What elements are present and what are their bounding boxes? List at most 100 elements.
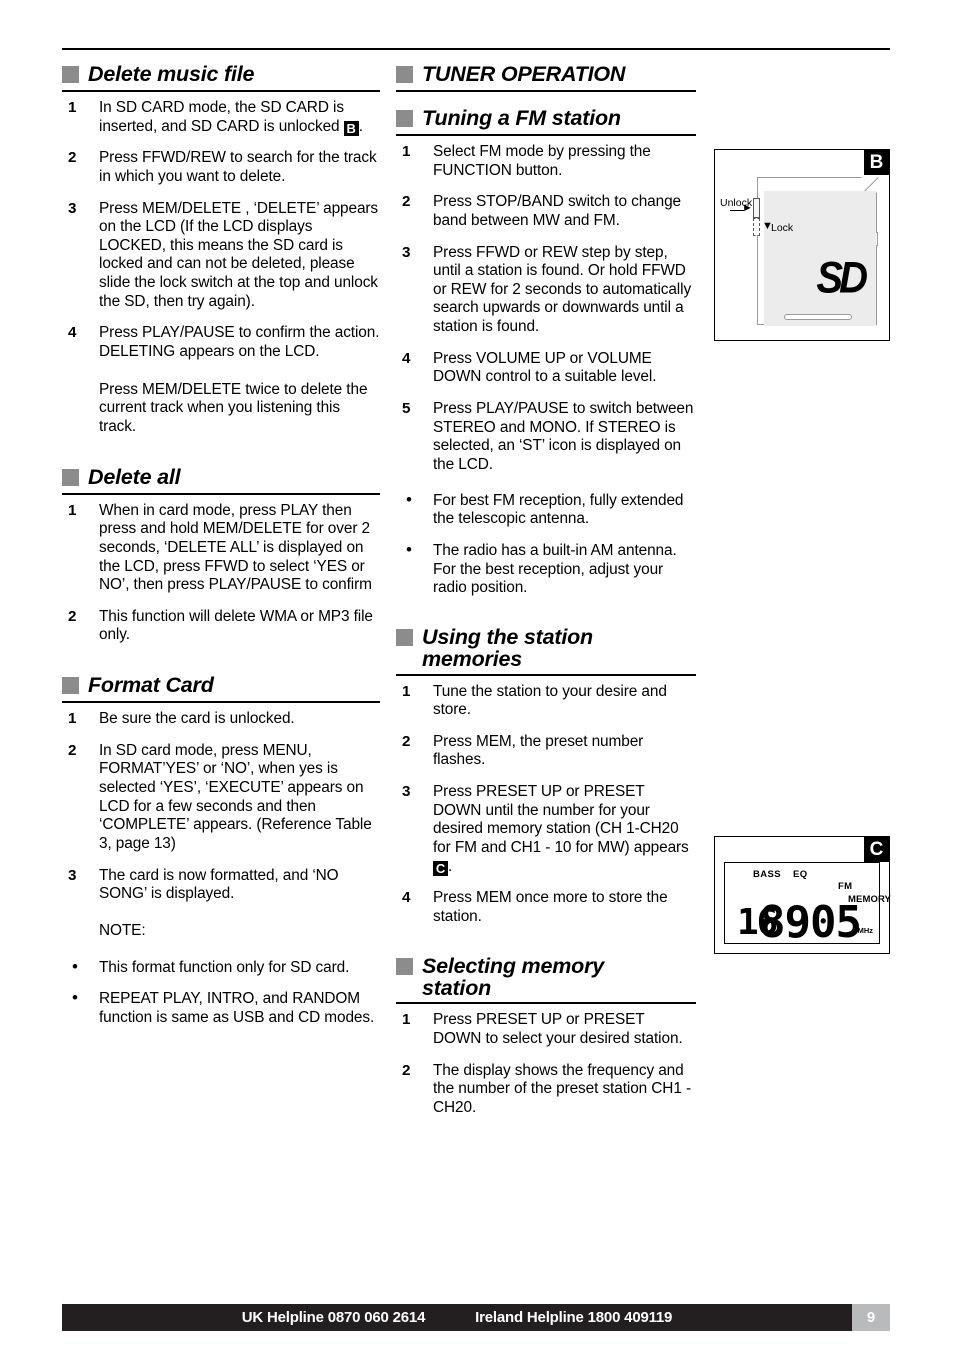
list-marker: 5 — [402, 400, 411, 418]
section-heading-delete-music-file: Delete music file — [62, 62, 380, 92]
list-text: Press VOLUME UP or VOLUME DOWN control t… — [433, 349, 657, 386]
list-marker: 2 — [68, 607, 77, 625]
uk-helpline-number: 0870 060 2614 — [327, 1309, 426, 1326]
list-text: Press PLAY/PAUSE to switch between STERE… — [433, 400, 694, 473]
list-text-before: Press PRESET UP or PRESET DOWN until the… — [433, 783, 689, 857]
list-marker: 2 — [402, 1061, 411, 1079]
list-text: Press MEM/DELETE twice to delete the cur… — [99, 380, 368, 435]
list-text: Press FFWD/REW to search for the track i… — [99, 149, 377, 185]
heading-text: Format Card — [88, 673, 214, 698]
list-marker: • — [72, 956, 78, 976]
ireland-helpline-label: Ireland Helpline — [475, 1309, 584, 1326]
sd-logo: SD — [816, 253, 868, 303]
list-text: Press PLAY/PAUSE to confirm the action. … — [99, 324, 380, 361]
badge-b-icon: B — [343, 120, 359, 136]
list-text: Press MEM/DELETE , ‘DELETE’ appears on t… — [99, 199, 379, 310]
heading-square-icon — [396, 957, 413, 975]
list-marker: 4 — [402, 889, 411, 907]
list-item: Press MEM/DELETE twice to delete the cur… — [62, 381, 380, 437]
list-text: For best FM reception, fully extended th… — [433, 491, 684, 528]
heading-square-icon — [62, 66, 79, 83]
ireland-helpline-number: 1800 409119 — [587, 1309, 673, 1326]
page-top-rule — [62, 48, 890, 50]
list-marker: 1 — [402, 143, 411, 160]
lcd-frequency-unit: MHz — [857, 926, 873, 935]
list-marker: 2 — [68, 741, 77, 759]
list-text: NOTE: — [99, 921, 146, 939]
list-item: 3 Press MEM/DELETE , ‘DELETE’ appears on … — [62, 200, 380, 312]
list-text: This format function only for SD card. — [99, 958, 350, 976]
list-marker: 2 — [402, 732, 411, 750]
list-item: 1 When in card mode, press PLAY then pres… — [62, 502, 380, 595]
section-heading-tuning-fm-station: Tuning a FM station — [396, 106, 696, 136]
list-item: • This format function only for SD card. — [62, 956, 380, 978]
left-column: Delete music file 1 In SD CARD mode, the … — [62, 62, 380, 1027]
heading-text: Delete music file — [88, 62, 255, 86]
list-text: The display shows the frequency and the … — [433, 1061, 691, 1116]
footer-helpline-text: UK Helpline 0870 060 2614 Ireland Helpli… — [62, 1304, 852, 1331]
list-text: Press PRESET UP or PRESET DOWN to select… — [433, 1011, 683, 1047]
lcd-bass-indicator: BASS — [753, 869, 781, 880]
heading-text: Delete all — [88, 464, 181, 489]
list-text-after: . — [448, 857, 453, 875]
heading-text: TUNER OPERATION — [422, 62, 626, 86]
list-item: 5 Press PLAY/PAUSE to switch between STER… — [396, 400, 696, 475]
list-item: 3 Press PRESET UP or PRESET DOWN until th… — [396, 783, 696, 876]
list-text: Be sure the card is unlocked. — [99, 710, 295, 728]
list-item: 4 Press MEM once more to store the statio… — [396, 889, 696, 926]
list-text: The card is now formatted, and ‘NO SONG’… — [99, 866, 339, 903]
sd-lock-switch-ghost — [753, 218, 760, 236]
list-text: Tune the station to your desire and stor… — [433, 682, 667, 719]
list-marker: 2 — [402, 193, 411, 211]
list-marker: 3 — [402, 243, 411, 261]
list-marker: 1 — [68, 710, 77, 728]
unlock-arrow-icon: ► — [742, 202, 753, 214]
list-text: Press FFWD or REW step by step, until a … — [433, 243, 692, 336]
section-heading-selecting-memory-station: Selecting memory station — [396, 954, 696, 1005]
section-heading-delete-all: Delete all — [62, 465, 380, 495]
list-item: 2 The display shows the frequency and the… — [396, 1062, 696, 1118]
figure-letter-c: C — [864, 837, 889, 862]
list-item: 3 Press FFWD or REW step by step, until a… — [396, 244, 696, 337]
list-marker: • — [406, 489, 412, 509]
list-item: 1 In SD CARD mode, the SD CARD is inserte… — [62, 99, 380, 136]
list-item: 1 Press PRESET UP or PRESET DOWN to selec… — [396, 1011, 696, 1048]
list-item: 1 Be sure the card is unlocked. — [62, 710, 380, 729]
list-text: Press MEM once more to store the station… — [433, 889, 668, 925]
list-text: Press MEM, the preset number flashes. — [433, 732, 644, 769]
list-item: 1 Tune the station to your desire and sto… — [396, 683, 696, 720]
list-text-before: In SD CARD mode, the SD CARD is inserted… — [99, 99, 344, 135]
list-item: • For best FM reception, fully extended t… — [396, 489, 696, 529]
list-text: This function will delete WMA or MP3 fil… — [99, 607, 373, 644]
list-text: REPEAT PLAY, INTRO, and RANDOM function … — [99, 990, 375, 1026]
sd-card-illustration: SD — [757, 177, 879, 326]
list-marker: 4 — [402, 349, 411, 367]
heading-square-icon — [396, 110, 413, 127]
list-text: The radio has a built-in AM antenna. For… — [433, 541, 677, 597]
page-number: 9 — [852, 1304, 890, 1331]
list-item: • The radio has a built-in AM antenna. Fo… — [396, 540, 696, 598]
uk-helpline-label: UK Helpline — [241, 1309, 324, 1326]
badge-c-icon: C — [433, 860, 448, 876]
list-item: 1 Select FM mode by pressing the FUNCTION… — [396, 143, 696, 180]
list-marker: 1 — [68, 99, 77, 116]
right-column: TUNER OPERATION Tuning a FM station 1 Sel… — [396, 62, 696, 1118]
list-text: When in card mode, press PLAY then press… — [99, 501, 372, 594]
manual-page: Delete music file 1 In SD CARD mode, the … — [0, 0, 954, 1354]
list-marker: 3 — [68, 199, 77, 217]
list-item: 2 Press STOP/BAND switch to change band b… — [396, 193, 696, 230]
heading-text: Using the station memories — [422, 624, 593, 672]
list-marker: 3 — [402, 783, 411, 801]
lcd-band-indicator: FM — [838, 881, 853, 892]
list-item: 4 Press PLAY/PAUSE to confirm the action.… — [62, 324, 380, 361]
lcd-eq-indicator: EQ — [793, 869, 808, 880]
list-marker: 1 — [402, 682, 411, 700]
heading-square-icon — [396, 628, 413, 646]
note-label: NOTE: — [62, 922, 380, 941]
lcd-screen: BASS EQ FM MEMORY 16 8905 MHz — [724, 862, 891, 945]
list-item: 4 Press VOLUME UP or VOLUME DOWN control … — [396, 350, 696, 387]
list-item: 2 Press MEM, the preset number flashes. — [396, 733, 696, 770]
list-marker: 1 — [402, 1011, 411, 1029]
figure-letter-b: B — [864, 150, 889, 175]
list-text: In SD card mode, press MENU, FORMAT’YES’… — [99, 741, 372, 852]
